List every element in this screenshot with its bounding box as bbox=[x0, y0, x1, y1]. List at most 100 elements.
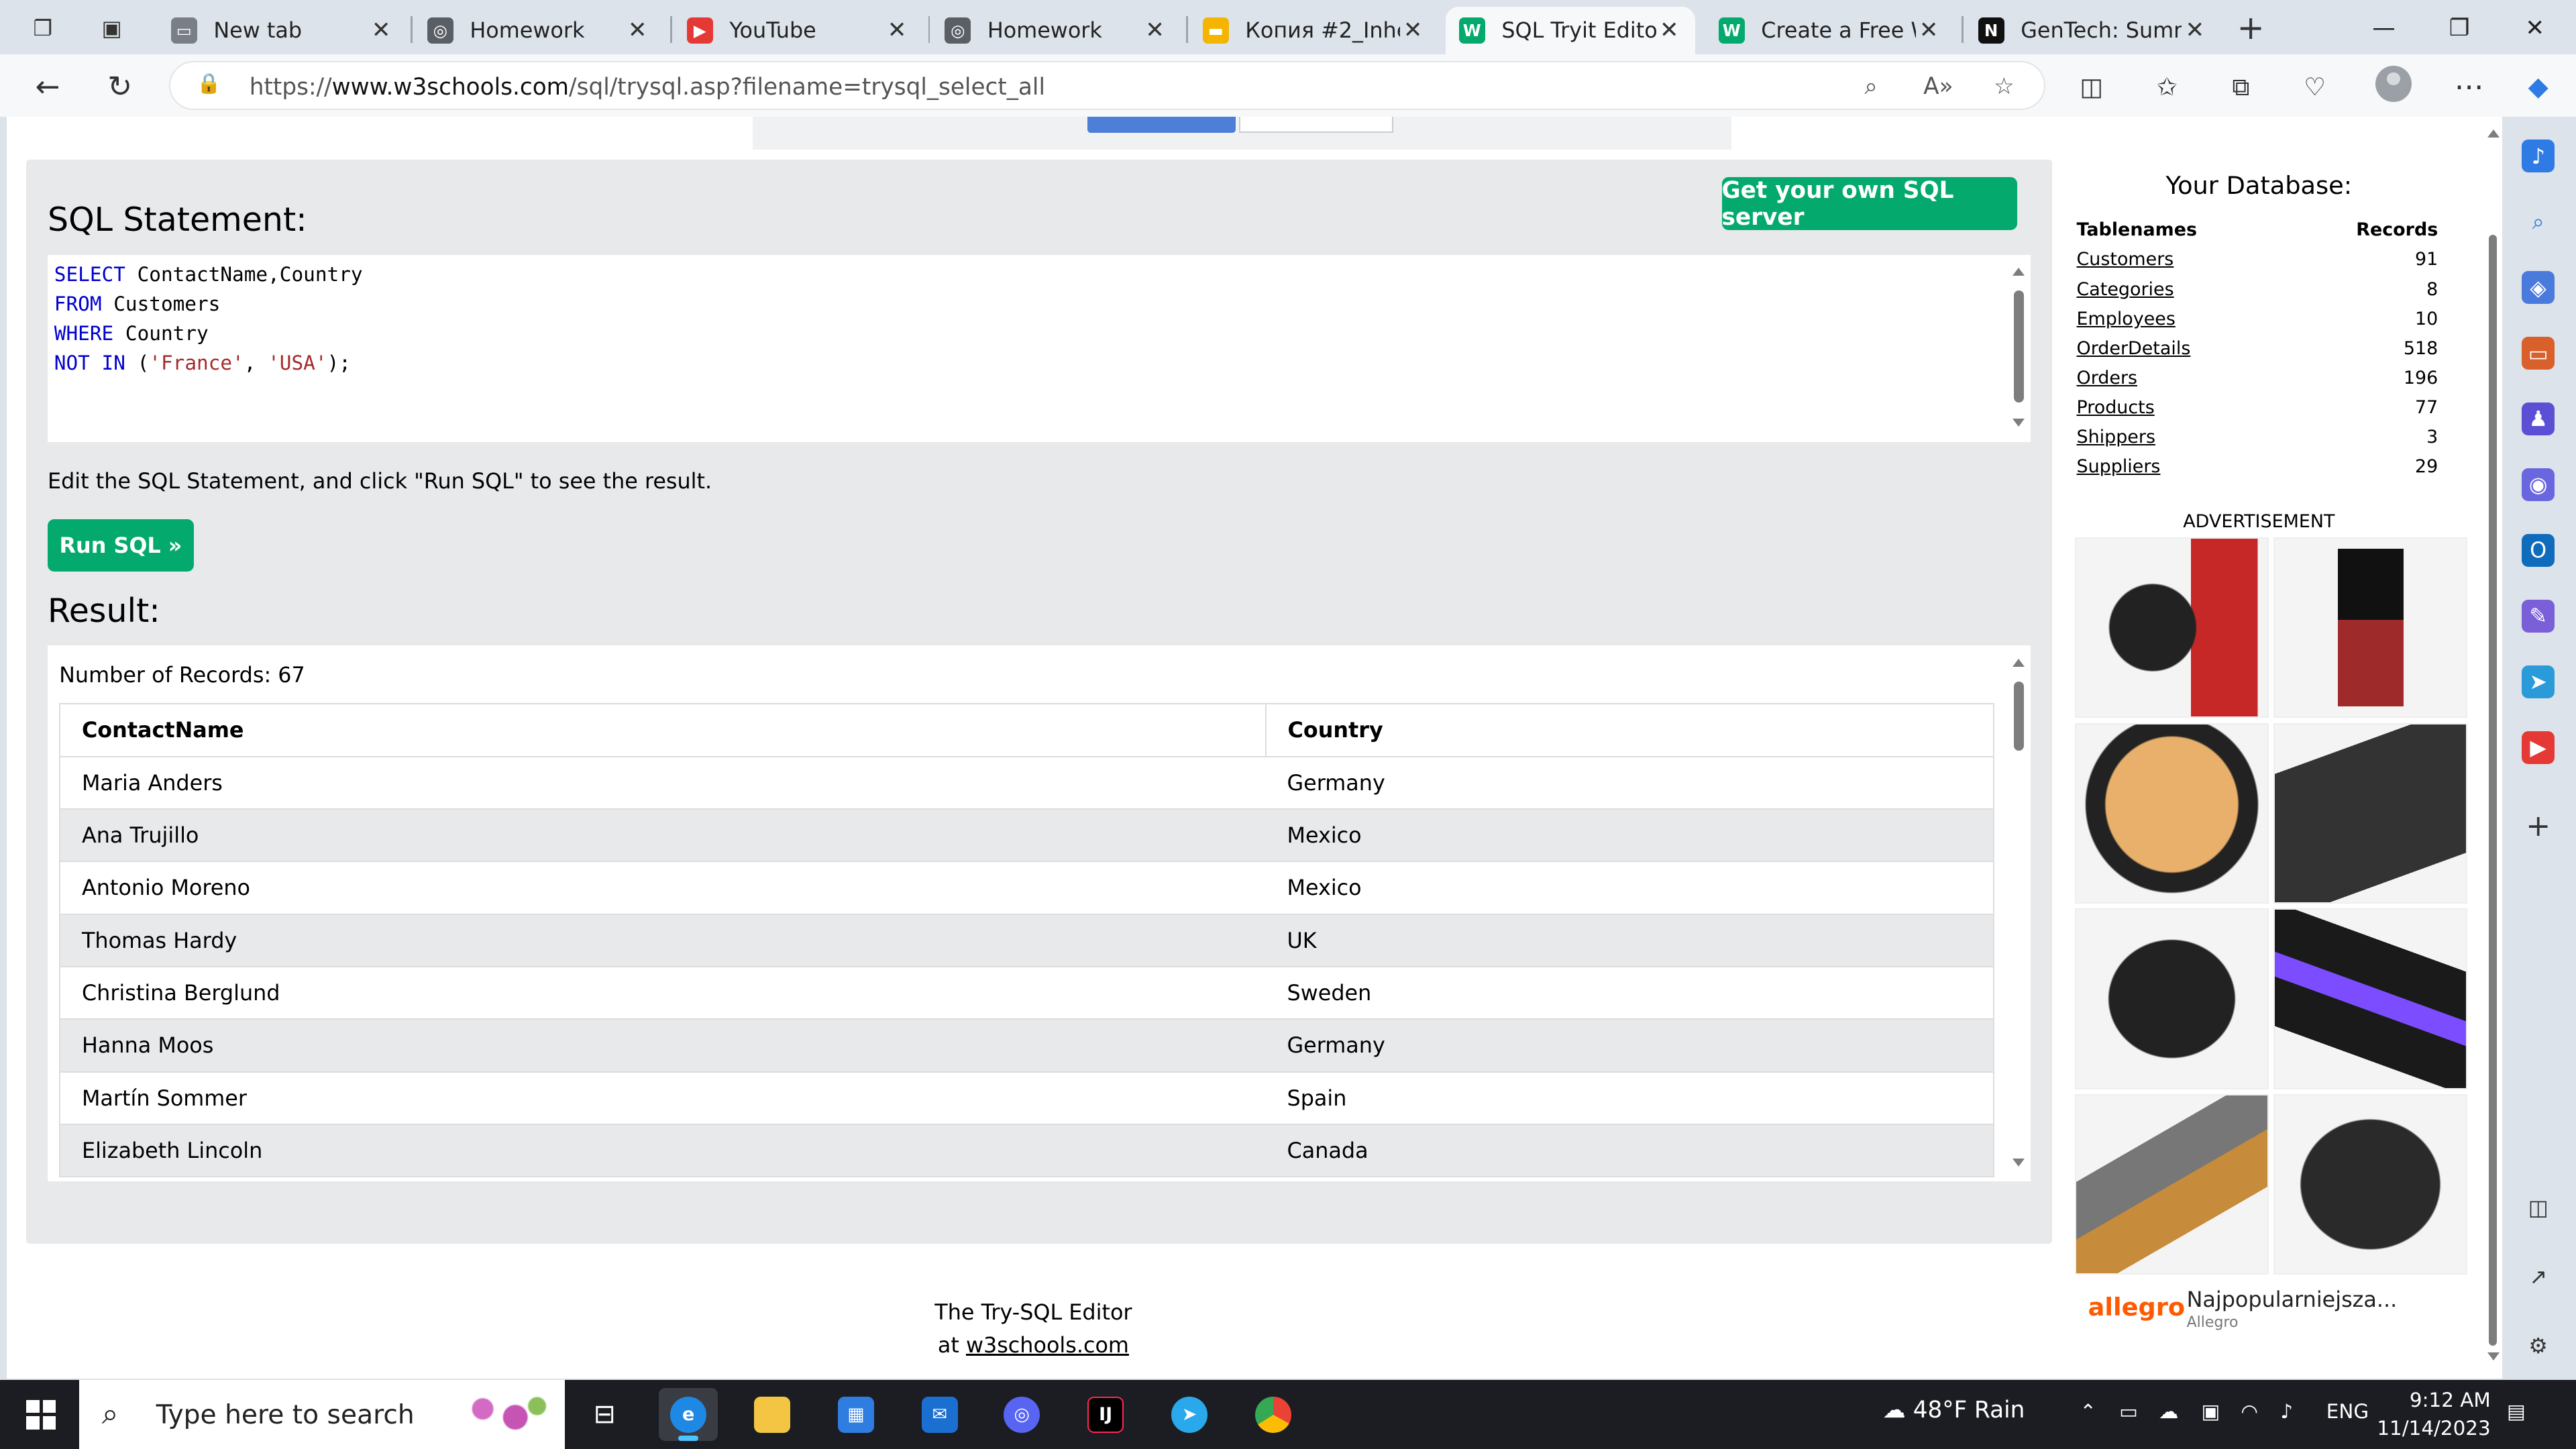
edge-taskbar-icon[interactable]: e bbox=[659, 1388, 718, 1441]
copilot-icon[interactable]: ◆ bbox=[2517, 66, 2560, 109]
ad-product-racing-wheel[interactable] bbox=[2075, 537, 2269, 718]
read-aloud-icon[interactable]: A» bbox=[1922, 70, 1955, 103]
ad-product-rgb-ssd-enclosure[interactable] bbox=[2273, 908, 2468, 1089]
scroll-down-arrow[interactable] bbox=[2012, 1158, 2025, 1167]
ad-product-graphics-card[interactable] bbox=[2273, 722, 2468, 904]
intellij-icon[interactable]: IJ bbox=[1076, 1388, 1135, 1440]
external-link-icon[interactable]: ↗ bbox=[2522, 1260, 2555, 1293]
tab-2[interactable]: ◎ Homework ✕ bbox=[414, 7, 663, 54]
onedrive-icon[interactable]: ☁ bbox=[2159, 1400, 2178, 1423]
notification-bell-icon[interactable]: ♪ bbox=[2522, 140, 2555, 173]
back-button[interactable]: ← bbox=[26, 66, 69, 109]
designer-icon[interactable]: ✎ bbox=[2522, 599, 2555, 633]
notifications-icon[interactable]: ▤ bbox=[2507, 1400, 2526, 1423]
tab-close-icon[interactable]: ✕ bbox=[1400, 17, 1426, 44]
editor-scroll-up[interactable] bbox=[2012, 268, 2025, 276]
db-table-link[interactable]: OrderDetails bbox=[2077, 338, 2191, 359]
tab-1[interactable]: ▭ New tab ✕ bbox=[158, 7, 407, 54]
code-line[interactable]: FROM Customers bbox=[54, 292, 221, 315]
tab-4[interactable]: ◎ Homework ✕ bbox=[932, 7, 1181, 54]
chrome-icon[interactable] bbox=[1244, 1388, 1303, 1440]
tab-close-icon[interactable]: ✕ bbox=[1916, 17, 1942, 44]
db-table-link[interactable]: Suppliers bbox=[2077, 456, 2161, 477]
outlook-icon[interactable]: O bbox=[2522, 533, 2555, 567]
db-table-link[interactable]: Shippers bbox=[2077, 427, 2155, 447]
tab-close-icon[interactable]: ✕ bbox=[1656, 17, 1682, 44]
device-icon[interactable]: ▣ bbox=[2202, 1400, 2220, 1423]
url-text[interactable]: https://www.w3schools.com/sql/trysql.asp… bbox=[250, 74, 1045, 101]
why-this-ad-button[interactable] bbox=[1238, 116, 1393, 133]
refresh-button[interactable]: ↻ bbox=[99, 66, 142, 109]
taskbar-search[interactable]: ⌕ Type here to search bbox=[78, 1380, 566, 1449]
editor-scrollbar[interactable] bbox=[2007, 254, 2031, 442]
editor-scroll-thumb[interactable] bbox=[2014, 290, 2025, 402]
get-own-server-button[interactable]: Get your own SQL server bbox=[1721, 177, 2018, 231]
search-icon[interactable]: ⌕ bbox=[2522, 205, 2555, 238]
result-scrollbar[interactable] bbox=[2007, 645, 2031, 1181]
db-table-link[interactable]: Customers bbox=[2077, 249, 2174, 270]
sidebar-settings-icon[interactable]: ⚙ bbox=[2522, 1329, 2555, 1362]
minimize-button[interactable]: — bbox=[2346, 8, 2422, 48]
language-indicator[interactable]: ENG bbox=[2326, 1400, 2369, 1423]
send-feedback-button[interactable] bbox=[1087, 116, 1236, 133]
ad-product-m2-ssd[interactable] bbox=[2075, 1094, 2269, 1275]
page-scroll-thumb[interactable] bbox=[2489, 235, 2498, 1346]
ad-footer[interactable]: allegro Najpopularniejsza... Allegro bbox=[2075, 1283, 2469, 1349]
ad-text[interactable]: Najpopularniejsza... bbox=[2187, 1287, 2398, 1312]
w3schools-link[interactable]: w3schools.com bbox=[966, 1332, 1129, 1358]
tools-icon[interactable]: ▭ bbox=[2522, 337, 2555, 370]
clock[interactable]: 9:12 AM 11/14/2023 bbox=[2375, 1387, 2490, 1442]
battery-icon[interactable]: ▭ bbox=[2119, 1400, 2138, 1423]
store-icon[interactable]: ▦ bbox=[826, 1388, 885, 1440]
sql-editor[interactable]: SELECT ContactName,Country FROM Customers… bbox=[47, 254, 2031, 442]
db-table-link[interactable]: Employees bbox=[2077, 309, 2176, 329]
page-scroll-up[interactable] bbox=[2487, 129, 2500, 138]
address-bar[interactable]: 🔒 https://www.w3schools.com/sql/trysql.a… bbox=[169, 60, 2045, 111]
tab-8[interactable]: N GenTech: Summ ✕ bbox=[1965, 7, 2221, 54]
wifi-icon[interactable]: ◠ bbox=[2241, 1400, 2258, 1423]
tray-chevron-icon[interactable]: ⌃ bbox=[2080, 1400, 2096, 1423]
run-sql-button[interactable]: Run SQL » bbox=[47, 519, 194, 572]
ad-product-backpack[interactable] bbox=[2273, 1094, 2468, 1275]
allegro-logo[interactable]: allegro bbox=[2088, 1293, 2185, 1322]
new-tab-button[interactable]: + bbox=[2235, 9, 2267, 47]
workspaces-icon[interactable]: ❐ bbox=[26, 11, 59, 44]
tab-6[interactable]: W SQL Tryit Editor v✕ bbox=[1446, 6, 1696, 54]
ad-product-crepe-maker[interactable] bbox=[2075, 722, 2269, 904]
db-table-link[interactable]: Orders bbox=[2077, 368, 2138, 388]
tab-close-icon[interactable]: ✕ bbox=[1142, 17, 1168, 44]
tab-close-icon[interactable]: ✕ bbox=[884, 17, 910, 44]
db-table-link[interactable]: Categories bbox=[2077, 279, 2174, 300]
page-scroll-down[interactable] bbox=[2487, 1352, 2500, 1360]
collections-icon[interactable]: ⧉ bbox=[2220, 66, 2263, 109]
code-line[interactable]: WHERE Country bbox=[54, 322, 209, 345]
code-line[interactable]: SELECT ContactName,Country bbox=[54, 263, 363, 286]
tab-7[interactable]: W Create a Free We✕ bbox=[1705, 7, 1955, 54]
browser-essentials-icon[interactable]: ♡ bbox=[2294, 66, 2337, 109]
favorites-icon[interactable]: ✩ bbox=[2145, 66, 2188, 109]
result-scroll-thumb[interactable] bbox=[2014, 682, 2025, 751]
telegram-icon[interactable]: ➤ bbox=[1160, 1388, 1219, 1440]
add-sidebar-app-icon[interactable]: + bbox=[2522, 809, 2555, 843]
page-scrollbar[interactable] bbox=[2483, 116, 2502, 1379]
lock-icon[interactable]: 🔒 bbox=[197, 72, 223, 98]
hide-sidebar-icon[interactable]: ◫ bbox=[2522, 1191, 2555, 1224]
tab-close-icon[interactable]: ✕ bbox=[625, 17, 651, 44]
profile-avatar[interactable] bbox=[2375, 65, 2412, 102]
split-screen-icon[interactable]: ◫ bbox=[2070, 66, 2113, 109]
file-explorer-icon[interactable] bbox=[743, 1388, 802, 1440]
discord-icon[interactable]: ◎ bbox=[992, 1388, 1051, 1440]
tab-actions-icon[interactable]: ▣ bbox=[95, 11, 128, 44]
ad-product-vr-headset[interactable] bbox=[2075, 908, 2269, 1089]
tab-close-icon[interactable]: ✕ bbox=[2182, 17, 2208, 44]
zoom-icon[interactable]: ⌕ bbox=[1854, 70, 1887, 103]
drop-icon[interactable]: ➤ bbox=[2522, 665, 2555, 698]
tab-5[interactable]: ▬ Копия #2_Inherit✕ bbox=[1189, 7, 1439, 54]
ad-product-nokia-phone[interactable] bbox=[2273, 537, 2468, 718]
m365-icon[interactable]: ◉ bbox=[2522, 468, 2555, 501]
close-window-button[interactable]: ✕ bbox=[2497, 8, 2573, 48]
shopping-icon[interactable]: ◈ bbox=[2522, 271, 2555, 305]
games-icon[interactable]: ♟ bbox=[2522, 402, 2555, 435]
mail-icon[interactable]: ✉ bbox=[910, 1388, 969, 1440]
task-view-icon[interactable]: ⊟ bbox=[575, 1388, 634, 1440]
